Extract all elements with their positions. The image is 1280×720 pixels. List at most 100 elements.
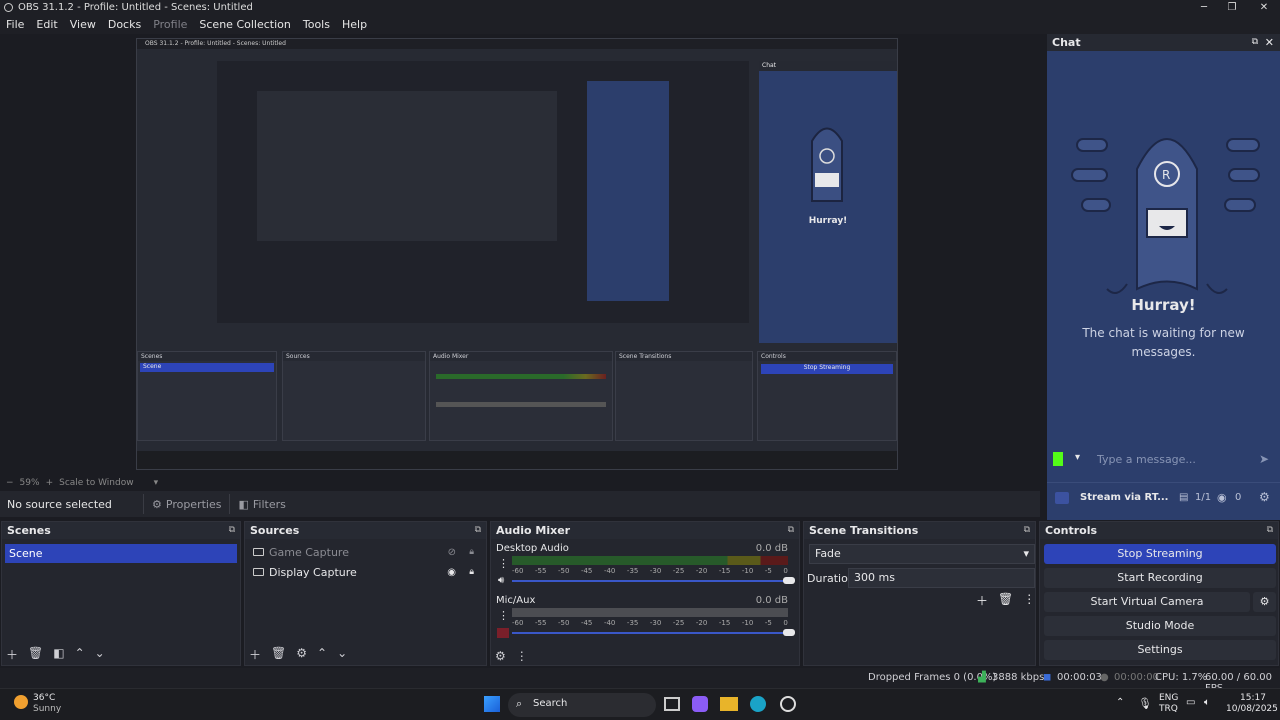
stream-name[interactable]: Stream via RT... — [1080, 492, 1168, 503]
lang-2[interactable]: TRQ — [1159, 704, 1178, 714]
weather-icon[interactable] — [14, 695, 28, 709]
meter-ticks: -60 -55 -50 -45 -40 -35 -30 -25 -20 -15 -10 -5 0 — [512, 567, 788, 575]
audio-menu-button[interactable]: ⋮ — [516, 649, 528, 663]
filters-button[interactable]: ◧ Filters — [229, 494, 293, 514]
remove-scene-button[interactable]: 🗑 — [28, 646, 43, 663]
remove-transition-button[interactable]: 🗑 — [998, 592, 1013, 609]
tray-expand-icon[interactable]: ⌃ — [1116, 697, 1124, 708]
zoom-out-button[interactable]: − — [6, 478, 14, 488]
clock-date[interactable]: 10/08/2025 — [1226, 704, 1278, 714]
virtual-camera-settings-icon[interactable]: ⚙ — [1253, 592, 1276, 612]
audio-settings-button[interactable]: ⚙ — [495, 649, 506, 663]
move-source-up-button[interactable]: ⌃ — [317, 646, 327, 663]
sources-title: Sources ⧉ — [245, 522, 486, 539]
volume-slider[interactable] — [512, 580, 788, 582]
window-title: OBS 31.1.2 - Profile: Untitled - Scenes:… — [18, 2, 253, 13]
edge-icon[interactable] — [750, 696, 766, 712]
source-name: Display Capture — [269, 565, 357, 579]
chat-message-input[interactable]: Type a message... — [1097, 453, 1196, 466]
copilot-icon[interactable] — [692, 696, 708, 712]
undock-icon[interactable]: ⧉ — [229, 522, 235, 539]
visibility-hidden-icon[interactable]: ⊘ — [448, 547, 456, 558]
scale-mode-dropdown-icon[interactable]: ▾ — [154, 478, 159, 488]
nested-chat-heading: Hurray! — [808, 216, 848, 226]
transition-menu-button[interactable]: ⋮ — [1023, 592, 1035, 609]
move-source-down-button[interactable]: ⌄ — [337, 646, 347, 663]
properties-button[interactable]: ⚙ Properties — [143, 494, 229, 514]
file-explorer-icon[interactable] — [720, 697, 738, 711]
search-box[interactable]: ⌕ Search — [508, 693, 656, 717]
volume-slider[interactable] — [512, 632, 788, 634]
mic-icon[interactable]: 🎙︎ — [1138, 697, 1152, 710]
minimize-button[interactable]: ─ — [1190, 0, 1218, 15]
channel-name: Mic/Aux — [496, 595, 536, 606]
clock-time[interactable]: 15:17 — [1240, 693, 1266, 703]
menu-docks[interactable]: Docks — [102, 18, 147, 31]
source-properties-button[interactable]: ⚙ — [296, 646, 307, 663]
send-icon[interactable]: ➤ — [1259, 452, 1269, 466]
speaker-icon[interactable]: 🔊︎ — [498, 575, 504, 586]
add-scene-button[interactable]: ＋ — [6, 646, 18, 663]
source-item[interactable]: Display Capture ◉ 🔒︎ — [245, 562, 486, 582]
meter-tick-label: -55 — [534, 619, 547, 627]
add-transition-button[interactable]: ＋ — [976, 592, 988, 609]
settings-button[interactable]: Settings — [1044, 640, 1276, 660]
close-button[interactable]: ✕ — [1250, 0, 1278, 15]
visibility-icon[interactable]: ◉ — [447, 567, 456, 578]
lock-icon[interactable]: 🔒︎ — [469, 567, 474, 577]
eye-icon: ◉ — [1217, 491, 1227, 504]
scale-mode-select[interactable]: Scale to Window — [59, 478, 133, 488]
scene-item[interactable]: Scene — [5, 544, 237, 563]
nested-controls-dock: Controls Stop Streaming — [757, 351, 897, 441]
muted-mic-icon[interactable] — [497, 628, 509, 638]
start-recording-button[interactable]: Start Recording — [1044, 568, 1276, 588]
studio-mode-button[interactable]: Studio Mode — [1044, 616, 1276, 636]
undock-icon[interactable]: ⧉ — [788, 522, 794, 539]
undock-icon[interactable]: ⧉ — [1267, 522, 1273, 539]
scene-filters-button[interactable]: ◧ — [53, 646, 64, 663]
move-scene-down-button[interactable]: ⌄ — [95, 646, 105, 663]
remove-source-button[interactable]: 🗑 — [271, 646, 286, 663]
weather-temp: 36°C — [33, 693, 56, 703]
source-name: Game Capture — [269, 545, 349, 559]
start-virtual-camera-button[interactable]: Start Virtual Camera — [1044, 592, 1250, 612]
lang-1[interactable]: ENG — [1159, 693, 1178, 703]
volume-muted-icon[interactable]: 🔈︎ — [1204, 697, 1210, 708]
menu-file[interactable]: File — [0, 18, 30, 31]
record-time: 00:00:00 — [1114, 672, 1159, 683]
obs-taskbar-icon[interactable] — [780, 696, 796, 712]
menu-help[interactable]: Help — [336, 18, 373, 31]
chat-platform-dropdown-icon[interactable]: ▾ — [1075, 452, 1080, 463]
move-scene-up-button[interactable]: ⌃ — [75, 646, 85, 663]
undock-icon[interactable]: ⧉ — [1252, 34, 1258, 51]
transition-select[interactable]: Fade ▾ — [809, 544, 1035, 564]
network-icon[interactable]: ▭ — [1186, 697, 1195, 708]
volume-knob[interactable] — [783, 577, 795, 584]
menu-view[interactable]: View — [64, 18, 102, 31]
preview-capture: OBS 31.1.2 - Profile: Untitled - Scenes:… — [136, 38, 898, 470]
source-item[interactable]: Game Capture ⊘ 🔒︎ — [245, 542, 486, 562]
meter-tick-label: -35 — [626, 567, 639, 575]
zoom-in-button[interactable]: + — [46, 478, 54, 488]
undock-icon[interactable]: ⧉ — [1024, 522, 1030, 539]
menu-tools[interactable]: Tools — [297, 18, 336, 31]
duration-input[interactable]: 300 ms — [848, 568, 1035, 588]
task-view-icon[interactable] — [664, 697, 680, 711]
menu-scene-collection[interactable]: Scene Collection — [193, 18, 296, 31]
lock-icon[interactable]: 🔒︎ — [469, 547, 474, 557]
channel-menu-icon[interactable]: ⋮ — [498, 557, 509, 570]
undock-icon[interactable]: ⧉ — [475, 522, 481, 539]
menu-edit[interactable]: Edit — [30, 18, 63, 31]
meter-tick-label: 0 — [783, 619, 788, 627]
svg-text:R: R — [1162, 168, 1170, 182]
stop-streaming-button[interactable]: Stop Streaming — [1044, 544, 1276, 564]
close-icon[interactable]: ✕ — [1265, 34, 1274, 51]
chat-settings-icon[interactable]: ⚙ — [1259, 490, 1270, 504]
channel-menu-icon[interactable]: ⋮ — [498, 609, 509, 622]
meter-tick-label: 0 — [783, 567, 788, 575]
menu-profile[interactable]: Profile — [147, 18, 193, 31]
add-source-button[interactable]: ＋ — [249, 646, 261, 663]
start-icon[interactable] — [484, 696, 500, 712]
maximize-button[interactable]: ❐ — [1218, 0, 1246, 15]
volume-knob[interactable] — [783, 629, 795, 636]
